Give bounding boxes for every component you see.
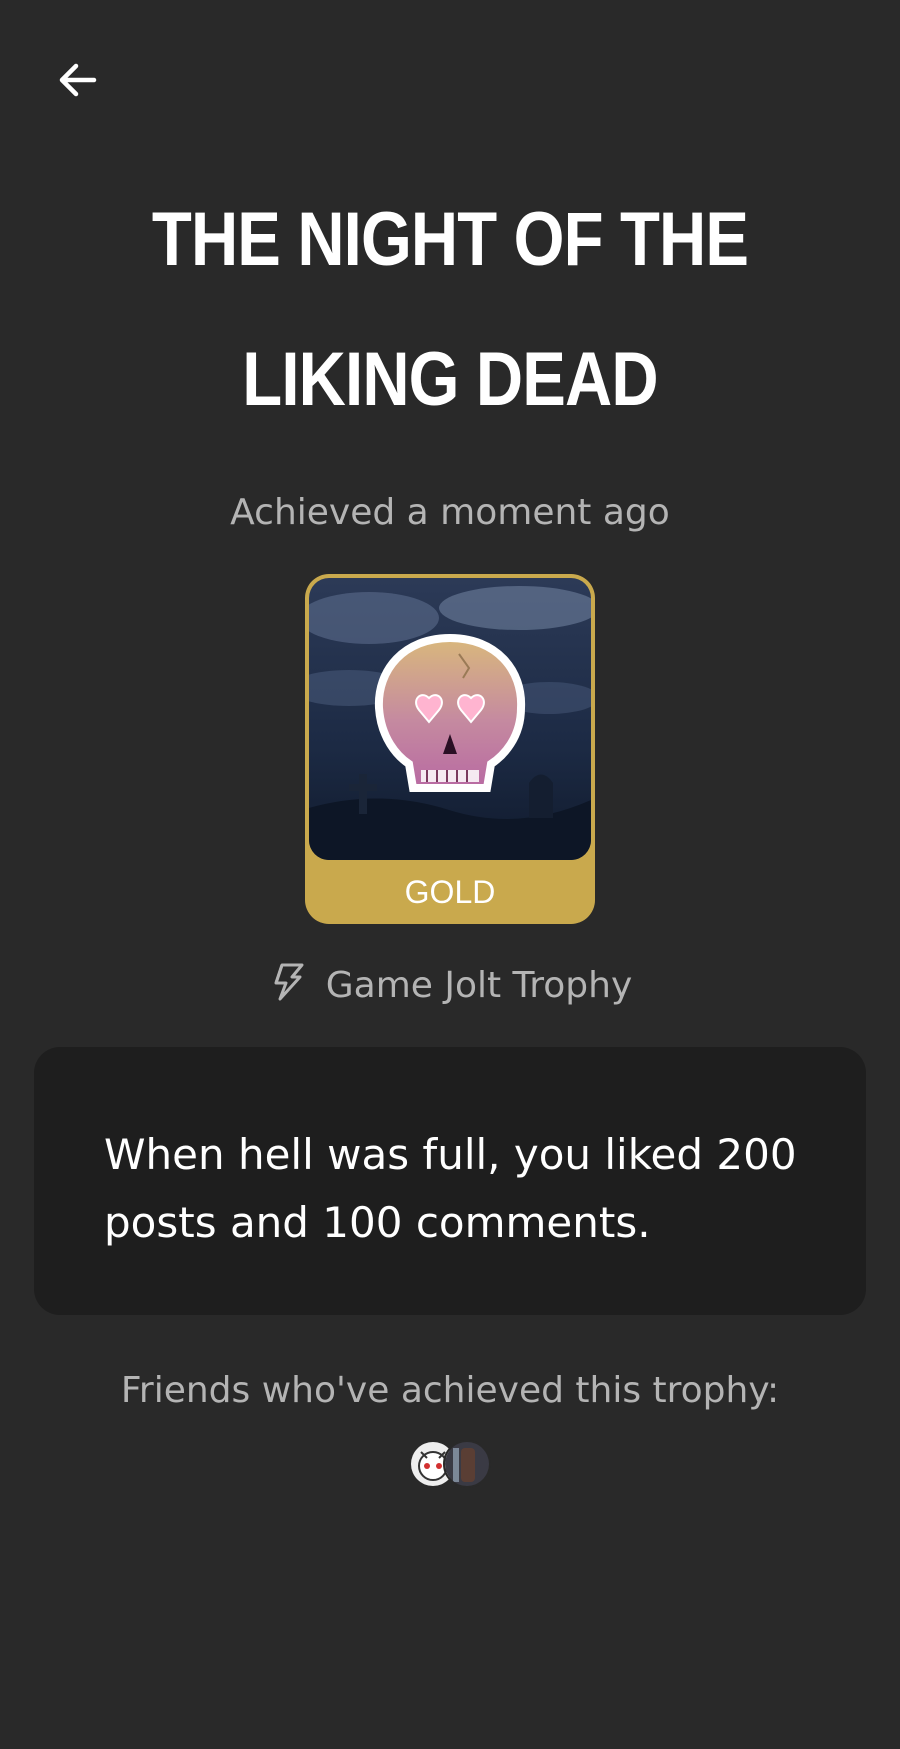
arrow-left-icon (54, 56, 102, 108)
friend-avatar[interactable] (443, 1440, 491, 1488)
game-jolt-bolt-icon (268, 961, 308, 1010)
trophy-card: GOLD (305, 574, 595, 924)
trophy-tier-label: GOLD (404, 874, 496, 910)
friends-avatars (0, 1440, 900, 1488)
trophy-description-card: When hell was full, you liked 200 posts … (34, 1047, 866, 1315)
trophy-source-label: Game Jolt Trophy (325, 964, 633, 1006)
trophy-image (309, 578, 591, 860)
achieved-time: Achieved a moment ago (230, 492, 670, 533)
friends-label: Friends who've achieved this trophy: (120, 1370, 780, 1411)
trophy-title: THE NIGHT OF THE LIKING DEAD (63, 200, 837, 480)
trophy-title-line1: THE NIGHT OF THE (151, 197, 749, 282)
trophy-title-line2: LIKING DEAD (242, 337, 658, 422)
back-button[interactable] (46, 50, 110, 114)
trophy-source: Game Jolt Trophy (0, 960, 900, 1010)
trophy-description: When hell was full, you liked 200 posts … (104, 1130, 797, 1247)
